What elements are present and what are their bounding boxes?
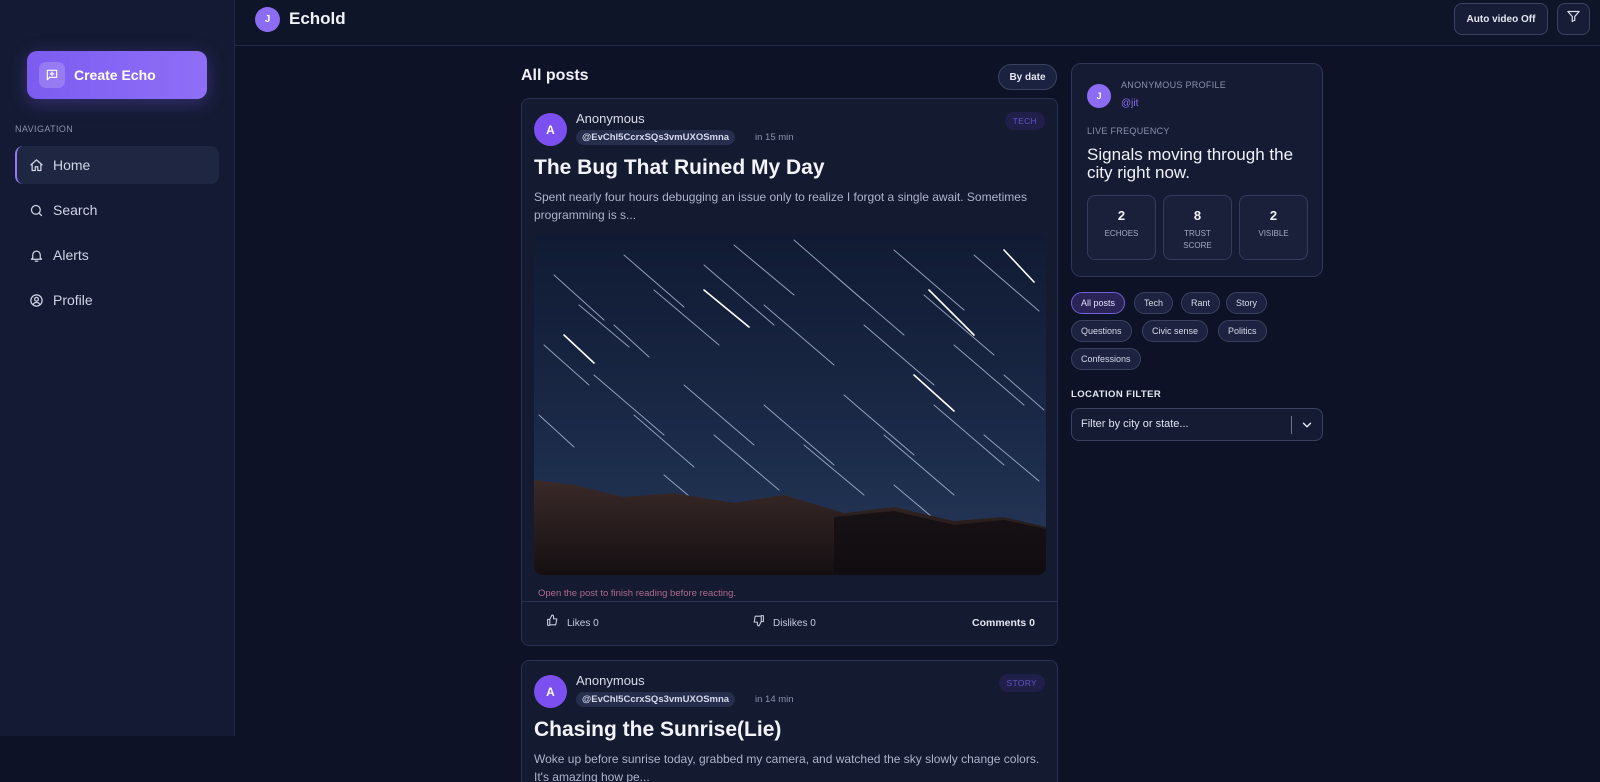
top-bar: J Echold Auto video Off: [235, 0, 1600, 46]
sidebar-item-search[interactable]: Search: [15, 191, 219, 229]
dislikes-count: Dislikes 0: [773, 617, 816, 629]
profile-label: ANONYMOUS PROFILE: [1121, 80, 1227, 90]
post-author: Anonymous: [576, 111, 645, 126]
comments-button[interactable]: Comments 0: [972, 617, 1035, 629]
chip-all-posts[interactable]: All posts: [1071, 292, 1126, 314]
chip-story[interactable]: Story: [1226, 292, 1268, 314]
post-author: Anonymous: [576, 673, 645, 688]
nav-heading: NAVIGATION: [15, 124, 74, 134]
stat-value: 2: [1117, 208, 1126, 223]
stat-label: ECHOES: [1104, 229, 1139, 238]
profile-card: J ANONYMOUS PROFILE @jit LIVE FREQUENCY …: [1071, 63, 1323, 277]
post-body: Woke up before sunrise today, grabbed my…: [534, 752, 1040, 782]
filter-icon: [1566, 9, 1581, 29]
auto-video-toggle[interactable]: Auto video Off: [1454, 3, 1548, 35]
create-echo-label: Create Echo: [74, 67, 156, 83]
post-title[interactable]: The Bug That Ruined My Day: [534, 156, 825, 180]
thumbs-up-icon: [546, 614, 559, 632]
post-body: Spent nearly four hours debugging an iss…: [534, 190, 1027, 222]
chip-confessions[interactable]: Confessions: [1071, 348, 1141, 370]
stat-echoes: 2 ECHOES: [1087, 195, 1156, 260]
chip-rant[interactable]: Rant: [1181, 292, 1221, 314]
stat-trust-score: 8 TRUST SCORE: [1163, 195, 1232, 260]
avatar: A: [534, 113, 567, 146]
chip-civic-sense[interactable]: Civic sense: [1142, 320, 1209, 342]
sort-by-date-button[interactable]: By date: [998, 64, 1057, 90]
app-title: Echold: [289, 9, 346, 28]
stat-value: 2: [1269, 208, 1278, 223]
post-handle[interactable]: @EvChl5CcrxSQs3vmUXOSmna: [576, 692, 736, 707]
message-plus-icon: [39, 62, 65, 88]
post-card[interactable]: A Anonymous @EvChl5CcrxSQs3vmUXOSmna in …: [521, 98, 1058, 646]
post-tag-badge: TECH: [1004, 112, 1045, 130]
profile-headline: Signals moving through the city right no…: [1087, 145, 1294, 182]
chip-questions[interactable]: Questions: [1071, 320, 1132, 342]
sidebar-item-home[interactable]: Home: [15, 146, 219, 184]
sidebar: Create Echo NAVIGATION Home Search Alert…: [0, 0, 235, 736]
sidebar-item-label: Alerts: [53, 247, 89, 263]
search-icon: [28, 202, 44, 218]
stat-label: TRUST SCORE: [1183, 229, 1212, 250]
post-time: in 14 min: [755, 694, 794, 705]
post-card[interactable]: A Anonymous @EvChl5CcrxSQs3vmUXOSmna in …: [521, 660, 1058, 782]
chevron-down-icon[interactable]: [1300, 418, 1314, 432]
feed-title: All posts: [521, 67, 589, 84]
location-filter-label: LOCATION FILTER: [1071, 389, 1162, 400]
profile-handle[interactable]: @jit: [1121, 98, 1138, 109]
location-filter-input[interactable]: Filter by city or state...: [1081, 418, 1189, 430]
sidebar-item-label: Profile: [53, 292, 93, 308]
post-time: in 15 min: [755, 132, 794, 143]
sidebar-item-profile[interactable]: Profile: [15, 281, 219, 319]
select-divider: [1291, 416, 1292, 434]
dislike-button[interactable]: Dislikes 0: [752, 614, 816, 632]
likes-count: Likes 0: [567, 617, 599, 629]
brand-avatar: J: [255, 7, 280, 32]
post-tag-badge: STORY: [998, 674, 1045, 692]
sidebar-item-label: Search: [53, 202, 98, 218]
post-handle[interactable]: @EvChl5CcrxSQs3vmUXOSmna: [576, 130, 736, 145]
stat-value: 8: [1193, 208, 1202, 223]
stat-label: VISIBLE: [1258, 229, 1289, 238]
chip-politics[interactable]: Politics: [1218, 320, 1267, 342]
filter-button[interactable]: [1557, 3, 1590, 35]
avatar: J: [1087, 84, 1111, 108]
create-echo-button[interactable]: Create Echo: [27, 51, 207, 99]
post-actions: Likes 0 Dislikes 0 Comments 0: [522, 601, 1057, 645]
avatar: A: [534, 675, 567, 708]
like-button[interactable]: Likes 0: [546, 614, 599, 632]
post-note: Open the post to finish reading before r…: [538, 588, 737, 599]
chip-tech[interactable]: Tech: [1134, 292, 1174, 314]
sidebar-item-label: Home: [53, 157, 91, 173]
thumbs-down-icon: [752, 614, 765, 632]
user-circle-icon: [28, 292, 44, 308]
live-frequency-label: LIVE FREQUENCY: [1087, 126, 1170, 136]
bell-icon: [28, 247, 44, 263]
sidebar-item-alerts[interactable]: Alerts: [15, 236, 219, 274]
post-title[interactable]: Chasing the Sunrise(Lie): [534, 718, 781, 742]
post-image-star-trails[interactable]: [534, 235, 1046, 575]
home-icon: [28, 157, 44, 173]
stat-visible: 2 VISIBLE: [1239, 195, 1308, 260]
location-filter-select[interactable]: Filter by city or state...: [1071, 408, 1323, 441]
